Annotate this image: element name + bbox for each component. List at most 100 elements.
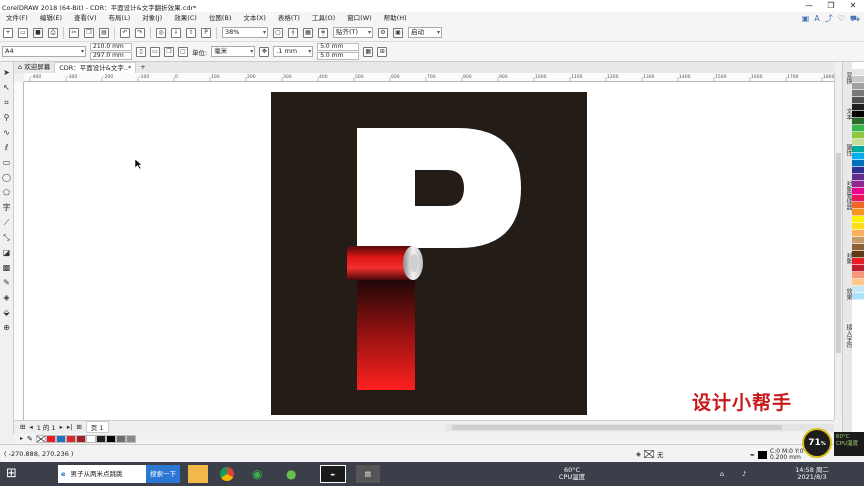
menu-effects[interactable]: 效果(C) xyxy=(168,12,203,24)
palette-swatch[interactable] xyxy=(852,174,864,181)
redo-icon[interactable]: ↷ xyxy=(135,27,145,38)
units-combo[interactable]: 毫米 xyxy=(211,46,256,57)
copy-icon[interactable]: ❐ xyxy=(84,27,94,38)
open-icon[interactable]: ▭ xyxy=(18,27,28,38)
palette-swatch[interactable] xyxy=(852,69,864,76)
zoom-tool-icon[interactable]: ⚲ xyxy=(4,113,10,122)
pdf-icon[interactable]: P xyxy=(201,27,211,38)
menu-help[interactable]: 帮助(H) xyxy=(378,12,413,24)
palette-swatch[interactable] xyxy=(852,62,864,69)
pick-tool-icon[interactable]: ➤ xyxy=(3,68,10,77)
system-monitor-widget[interactable]: 60°C CPU温度 xyxy=(834,432,864,456)
eyedropper-tool-icon[interactable]: ✎ xyxy=(3,278,10,287)
drop-shadow-icon[interactable]: ◪ xyxy=(3,248,11,257)
palette-swatch[interactable] xyxy=(852,104,864,111)
palette-swatch[interactable] xyxy=(852,160,864,167)
menu-view[interactable]: 查看(V) xyxy=(68,12,103,24)
undo-icon[interactable]: ↶ xyxy=(120,27,130,38)
freehand-tool-icon[interactable]: ∿ xyxy=(3,128,10,137)
document-swatch[interactable] xyxy=(95,434,106,443)
palette-swatch[interactable] xyxy=(852,230,864,237)
palette-swatch[interactable] xyxy=(852,251,864,258)
cpu-temp-tray[interactable]: 60°C CPU温度 xyxy=(552,465,592,483)
palette-swatch[interactable] xyxy=(852,125,864,132)
add-tool-icon[interactable]: ⊕ xyxy=(3,323,10,332)
menu-object[interactable]: 对象(J) xyxy=(136,12,168,24)
menu-table[interactable]: 表格(T) xyxy=(272,12,306,24)
menu-text[interactable]: 文本(X) xyxy=(237,12,272,24)
crop-tool-icon[interactable]: ⌗ xyxy=(4,98,9,107)
palette-swatch[interactable] xyxy=(852,258,864,265)
start-windows-icon[interactable]: ⊞ xyxy=(6,465,46,483)
palette-swatch[interactable] xyxy=(852,83,864,90)
current-page-icon[interactable]: ▢ xyxy=(178,46,188,57)
last-page-button[interactable]: ▸| xyxy=(67,423,72,431)
minimize-button[interactable]: — xyxy=(798,0,820,12)
duplicate-y-field[interactable]: 5.0 mm xyxy=(317,52,360,60)
artboard[interactable] xyxy=(271,92,587,415)
grid-icon[interactable]: ▦ xyxy=(303,27,313,38)
text-tool-icon[interactable]: 字 xyxy=(3,203,11,212)
portrait-icon[interactable]: ▯ xyxy=(136,46,146,57)
snap-to-combo[interactable]: 贴齐(T) xyxy=(333,27,373,38)
rulers-icon[interactable]: ┼ xyxy=(288,27,298,38)
document-swatch[interactable] xyxy=(45,434,56,443)
transparency-tool-icon[interactable]: ▩ xyxy=(3,263,11,272)
launch-icon[interactable]: ▣ xyxy=(393,27,403,38)
search-button[interactable]: 搜索一下 xyxy=(146,465,180,483)
palette-swatch[interactable] xyxy=(852,139,864,146)
guidelines-icon[interactable]: ╪ xyxy=(318,27,328,38)
palette-swatch[interactable] xyxy=(852,216,864,223)
palette-swatch[interactable] xyxy=(852,132,864,139)
document-swatch[interactable] xyxy=(85,434,96,443)
palette-swatch[interactable] xyxy=(852,195,864,202)
file-explorer-icon[interactable] xyxy=(188,465,208,483)
document-swatch[interactable] xyxy=(125,434,136,443)
vertical-scroll-thumb[interactable] xyxy=(836,153,841,353)
palette-swatch[interactable] xyxy=(852,286,864,293)
palette-swatch[interactable] xyxy=(852,118,864,125)
menu-bitmaps[interactable]: 位图(B) xyxy=(203,12,238,24)
palette-swatch[interactable] xyxy=(852,111,864,118)
document-swatch[interactable] xyxy=(65,434,76,443)
document-swatch[interactable] xyxy=(75,434,86,443)
all-pages-icon[interactable]: ❐ xyxy=(164,46,174,57)
palette-swatch[interactable] xyxy=(852,188,864,195)
palette-swatch[interactable] xyxy=(852,146,864,153)
wechat-icon[interactable]: ◉ xyxy=(252,465,272,483)
palette-swatch[interactable] xyxy=(852,279,864,286)
page-tab[interactable]: 页 1 xyxy=(85,421,109,433)
menu-layout[interactable]: 布局(L) xyxy=(103,12,137,24)
ellipse-tool-icon[interactable]: ◯ xyxy=(2,173,11,182)
page-width-field[interactable]: 210.0 mm xyxy=(90,43,132,51)
palette-swatch[interactable] xyxy=(852,244,864,251)
first-page-button[interactable]: ⊞ xyxy=(20,423,25,431)
menu-file[interactable]: 文件(F) xyxy=(0,12,34,24)
rectangle-tool-icon[interactable]: ▭ xyxy=(3,158,11,167)
polygon-tool-icon[interactable]: ⬠ xyxy=(3,188,10,197)
document-swatch[interactable] xyxy=(115,434,126,443)
search-content-icon[interactable]: ◎ xyxy=(156,27,166,38)
palette-arrow-icon[interactable]: ▸ xyxy=(20,435,23,442)
save-icon[interactable]: ■ xyxy=(33,27,43,38)
menu-window[interactable]: 窗口(W) xyxy=(341,12,378,24)
menu-edit[interactable]: 编辑(E) xyxy=(34,12,68,24)
smart-fill-icon[interactable]: ⬙ xyxy=(3,308,9,317)
taskbar-search[interactable]: e 男子从两米点跳跳 搜索一下 xyxy=(58,465,180,483)
coreldraw-taskbar-icon[interactable]: ✒ xyxy=(320,465,346,483)
palette-swatch[interactable] xyxy=(852,76,864,83)
vertical-ruler[interactable] xyxy=(14,82,24,420)
menu-tools[interactable]: 工具(O) xyxy=(306,12,341,24)
folded-letter-p-artwork[interactable] xyxy=(271,92,587,415)
taskbar-app-icon[interactable]: ▤ xyxy=(356,465,380,483)
treat-as-filled-icon[interactable]: ▦ xyxy=(363,46,374,57)
palette-swatch[interactable] xyxy=(852,97,864,104)
shape-tool-icon[interactable]: ↖ xyxy=(3,83,10,92)
options-gear-icon[interactable]: ⚙ xyxy=(378,27,388,38)
launch-combo[interactable]: 启动 xyxy=(408,27,442,38)
cut-icon[interactable]: ✂ xyxy=(69,27,79,38)
chrome-icon[interactable] xyxy=(220,465,240,483)
page-height-field[interactable]: 297.0 mm xyxy=(90,52,132,60)
palette-swatch[interactable] xyxy=(852,167,864,174)
cpu-usage-gauge[interactable]: 71% xyxy=(802,428,832,458)
